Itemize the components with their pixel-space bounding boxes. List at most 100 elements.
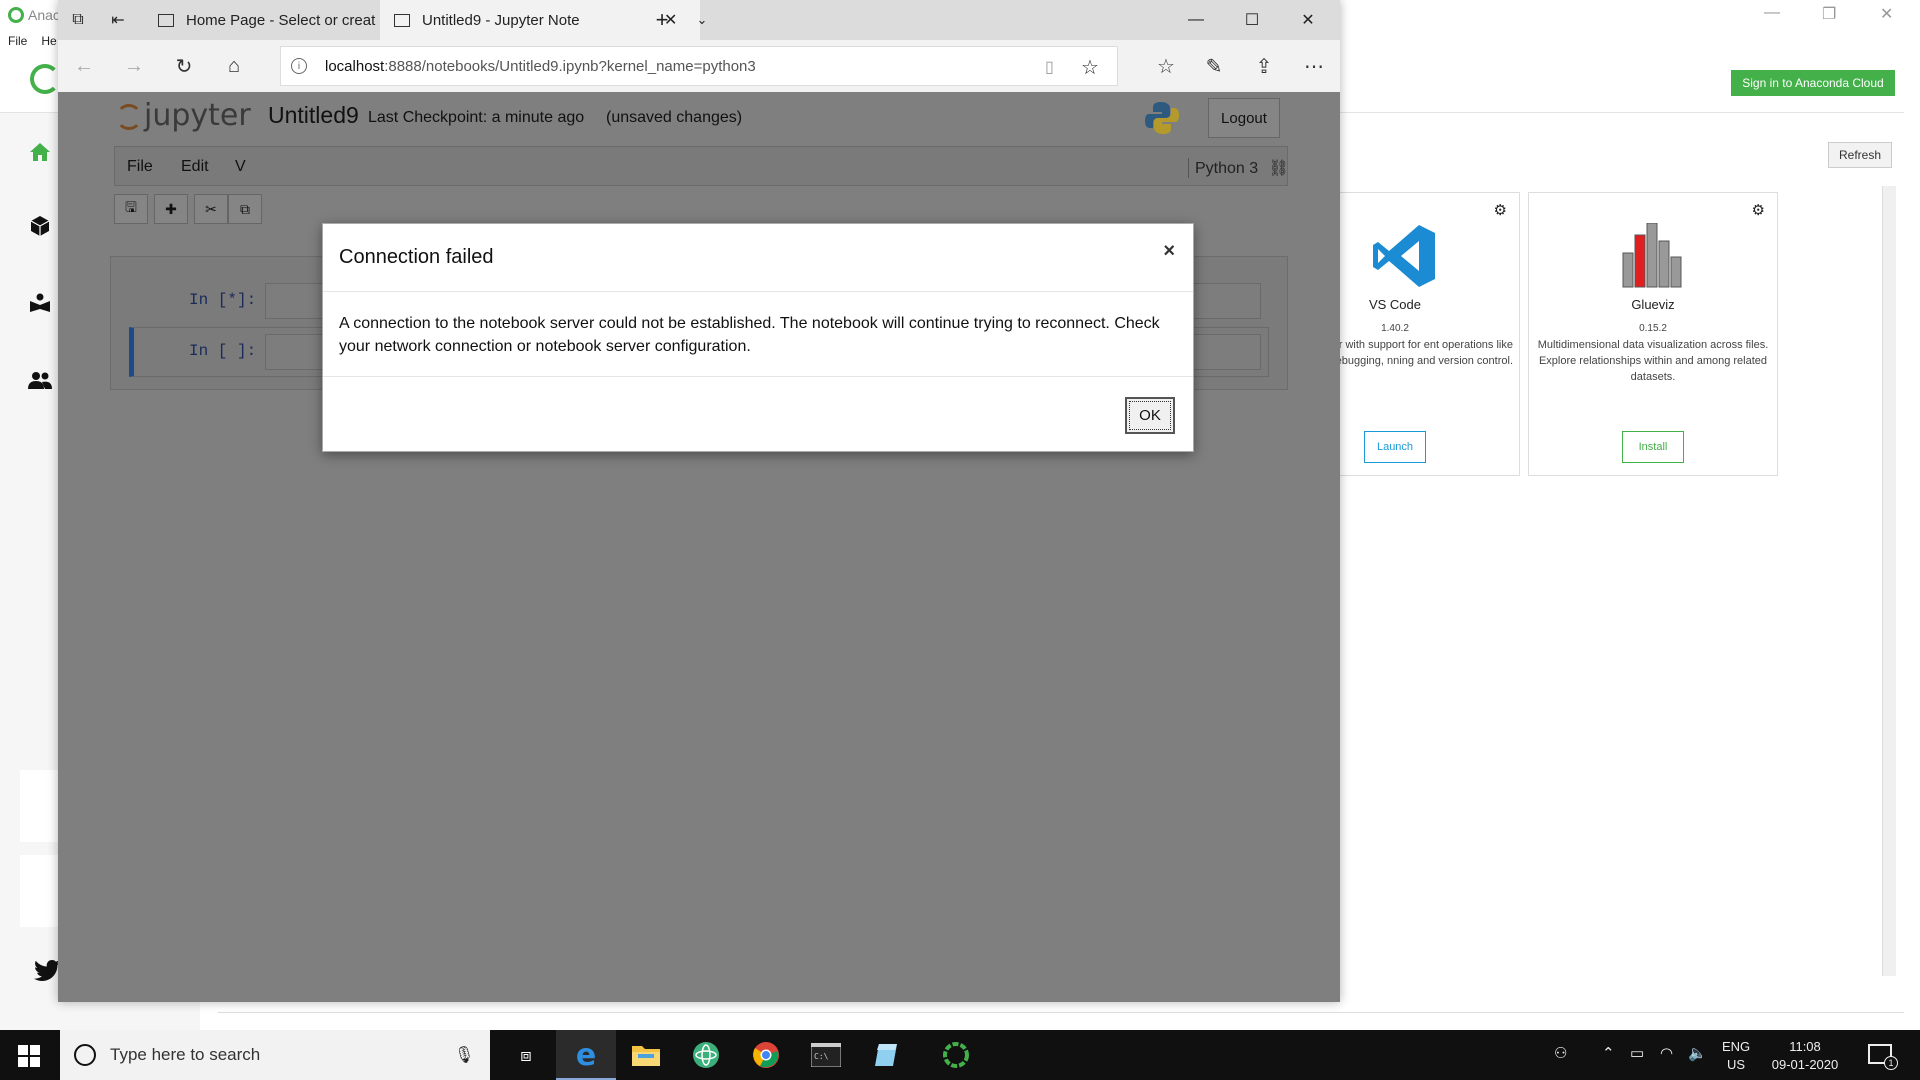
tab-label: Home Page - Select or creat — [186, 11, 376, 29]
menu-edit[interactable]: Edit — [181, 158, 209, 176]
new-tab-icon[interactable]: + — [650, 7, 674, 32]
tab-home-page[interactable]: Home Page - Select or creat — [144, 0, 378, 40]
glueviz-logo-icon — [1622, 223, 1682, 288]
windows-start-icon[interactable] — [18, 1045, 40, 1067]
edge-icon[interactable]: e — [556, 1030, 616, 1080]
ok-button[interactable]: OK — [1125, 397, 1175, 434]
menu-help[interactable]: He — [41, 34, 56, 48]
app-description: Multidimensional data visualization acro… — [1537, 339, 1769, 383]
anaconda-logo-icon — [8, 7, 24, 23]
divider — [323, 291, 1193, 292]
address-bar[interactable]: i localhost:8888/notebooks/Untitled9.ipy… — [280, 46, 1118, 86]
atom-app-icon[interactable] — [676, 1030, 736, 1080]
menu-file[interactable]: File — [127, 158, 153, 176]
close-icon[interactable]: ✕ — [1880, 4, 1893, 24]
jupyter-logo-icon — [116, 104, 142, 130]
cell-prompt: In [ ]: — [189, 342, 257, 360]
gear-icon[interactable]: ⚙ — [1494, 201, 1507, 219]
refresh-button[interactable]: Refresh — [1828, 142, 1892, 168]
app-card-glueviz: ⚙ Glueviz 0.15.2 Multidimensional data v… — [1528, 192, 1778, 476]
menu-file[interactable]: File — [8, 34, 27, 48]
search-placeholder: Type here to search — [110, 1045, 261, 1064]
notification-center-icon[interactable]: 1 — [1868, 1044, 1898, 1070]
app-name: Glueviz — [1631, 297, 1675, 312]
twitter-icon[interactable] — [34, 960, 60, 982]
favorites-icon[interactable]: ☆ — [1152, 52, 1180, 80]
close-icon[interactable]: ✕ — [1296, 8, 1320, 32]
microphone-icon[interactable]: 🎙 — [454, 1045, 474, 1065]
kernel-indicator: Python 3 ⛓ — [1188, 158, 1289, 178]
wifi-icon[interactable]: ◠ — [1660, 1044, 1673, 1062]
restore-icon[interactable]: ❐ — [1822, 4, 1836, 24]
forward-icon[interactable]: → — [120, 52, 148, 80]
maximize-icon[interactable]: ☐ — [1240, 8, 1264, 32]
gear-icon[interactable]: ⚙ — [1752, 201, 1765, 219]
save-status: (unsaved changes) — [606, 109, 743, 126]
back-icon[interactable]: ← — [70, 52, 98, 80]
chrome-icon[interactable] — [736, 1030, 796, 1080]
reading-view-icon[interactable]: ▯ — [1045, 57, 1054, 77]
cut-icon[interactable]: ✂ — [194, 194, 228, 224]
anaconda-window-title: Anac — [28, 7, 60, 23]
jupyter-page: jupyter Untitled9 Last Checkpoint: a min… — [58, 92, 1340, 1002]
edge-browser-window: ⧉ ⇤ Home Page - Select or creat Untitled… — [58, 0, 1340, 1002]
environments-icon[interactable] — [28, 214, 52, 238]
install-button[interactable]: Install — [1622, 431, 1684, 463]
connection-failed-dialog: Connection failed × A connection to the … — [322, 223, 1194, 452]
minimize-icon[interactable]: — — [1764, 4, 1780, 22]
minimize-icon[interactable]: — — [1184, 8, 1208, 32]
windows-taskbar: Type here to search 🎙 ⧈ e C:\ ⚇ ⌃ ▭ ◠ 🔈 … — [0, 1030, 1920, 1080]
tabs-aside-icon[interactable]: ⧉ — [66, 8, 90, 32]
refresh-icon[interactable]: ↻ — [170, 52, 198, 80]
share-icon[interactable]: ⇪ — [1250, 52, 1278, 80]
home-icon[interactable] — [28, 140, 52, 164]
logout-button[interactable]: Logout — [1208, 98, 1280, 138]
app-version: 0.15.2 — [1639, 323, 1667, 334]
set-tabs-aside-icon[interactable]: ⇤ — [106, 8, 130, 32]
task-view-icon[interactable]: ⧈ — [496, 1030, 556, 1080]
anaconda-navigator-icon[interactable] — [926, 1030, 986, 1080]
cortana-icon — [74, 1044, 96, 1066]
learning-icon[interactable] — [28, 291, 52, 315]
launch-button[interactable]: Launch — [1364, 431, 1426, 463]
anaconda-menubar: File He — [8, 34, 57, 48]
battery-icon[interactable]: ▭ — [1630, 1044, 1644, 1062]
community-icon[interactable] — [28, 368, 52, 392]
chevron-up-icon[interactable]: ⌃ — [1602, 1044, 1615, 1062]
close-icon[interactable]: × — [1163, 240, 1175, 263]
chevron-down-icon[interactable]: ⌄ — [690, 8, 714, 32]
python-logo-icon — [1145, 102, 1179, 134]
favorite-star-icon[interactable]: ☆ — [1081, 55, 1099, 80]
notebook-name[interactable]: Untitled9 — [268, 102, 359, 129]
vscode-logo-icon — [1373, 225, 1435, 287]
insert-cell-icon[interactable]: ✚ — [154, 194, 188, 224]
language-indicator[interactable]: ENG US — [1722, 1038, 1750, 1074]
taskbar-search-box[interactable]: Type here to search 🎙 — [60, 1030, 490, 1080]
scrollbar[interactable] — [1882, 186, 1896, 976]
address-bar-row: ← → ↻ ⌂ i localhost:8888/notebooks/Untit… — [58, 40, 1340, 92]
clock-time: 11:08 — [1789, 1039, 1821, 1054]
home-icon[interactable]: ⌂ — [220, 52, 248, 80]
kernel-name: Python 3 — [1195, 160, 1259, 177]
menu-view[interactable]: V — [235, 158, 246, 176]
svg-text:C:\: C:\ — [814, 1052, 829, 1061]
divider — [323, 376, 1193, 377]
volume-icon[interactable]: 🔈 — [1688, 1044, 1707, 1062]
page-icon — [394, 13, 410, 27]
info-icon[interactable]: i — [291, 58, 307, 74]
notes-app-icon[interactable] — [856, 1030, 916, 1080]
page-icon — [158, 13, 174, 27]
terminal-icon[interactable]: C:\ — [796, 1030, 856, 1080]
jupyter-logo-text[interactable]: jupyter — [144, 98, 251, 133]
taskbar-clock[interactable]: 11:08 09-01-2020 — [1768, 1038, 1842, 1074]
more-icon[interactable]: ⋯ — [1300, 52, 1328, 80]
kernel-disconnected-icon: ⛓ — [1268, 160, 1289, 177]
pen-icon[interactable]: ✎ — [1200, 52, 1228, 80]
save-icon[interactable]: 🖫 — [114, 194, 148, 224]
copy-icon[interactable]: ⧉ — [228, 194, 262, 224]
dialog-title: Connection failed — [339, 246, 494, 268]
url-text[interactable]: localhost:8888/notebooks/Untitled9.ipynb… — [325, 58, 756, 75]
file-explorer-icon[interactable] — [616, 1030, 676, 1080]
sign-in-button[interactable]: Sign in to Anaconda Cloud — [1731, 70, 1895, 96]
people-icon[interactable]: ⚇ — [1554, 1044, 1567, 1062]
